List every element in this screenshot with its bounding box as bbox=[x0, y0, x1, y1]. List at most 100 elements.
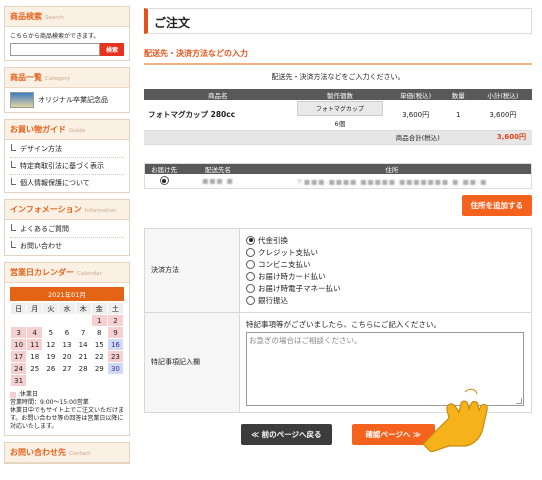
calendar-legend: :休業日 営業時間：9:00〜15:00営業 休業日中でもサイト上でご注文いただ… bbox=[10, 391, 124, 431]
search-box-title-en: Search bbox=[45, 15, 64, 21]
guide-box: お買い物ガイド Guide デザイン方法 特定商取引法に基づく表示 個人情報保護… bbox=[4, 119, 130, 193]
calendar-day bbox=[74, 314, 92, 327]
payment-radio[interactable] bbox=[246, 271, 255, 281]
col-delivery: お届け先 bbox=[144, 163, 184, 174]
info-link-contact[interactable]: お問い合わせ bbox=[10, 238, 124, 254]
calendar-day: 4 bbox=[26, 326, 44, 339]
delivery-table-header: お届け先 配送先名 住所 bbox=[144, 163, 532, 174]
total-row: 商品合計(税込) 3,600円 bbox=[144, 130, 532, 145]
product-name: フォトマグカップ 280cc bbox=[144, 100, 292, 131]
production-count-value: 6個 bbox=[334, 120, 346, 129]
payment-options: 代金引換 クレジット支払い コンビニ支払い お届け時カード払い お届け時電子マネ… bbox=[239, 227, 532, 313]
calendar-day: 2 bbox=[106, 314, 125, 327]
delivery-radio-cell bbox=[144, 174, 184, 189]
calendar-day: 1 bbox=[90, 314, 108, 327]
calendar-day: 11 bbox=[26, 338, 44, 351]
calendar-box: 営業日カレンダー Calendar 2021年01月 日 月 火 水 木 金 土 bbox=[4, 262, 130, 437]
col-product-name: 商品名 bbox=[144, 89, 292, 100]
calendar-day: 17 bbox=[9, 350, 28, 363]
page-title: ご注文 bbox=[144, 8, 532, 34]
payment-radio[interactable] bbox=[246, 283, 255, 293]
category-thumbnail-icon bbox=[10, 92, 34, 108]
payment-row: 決済方法 代金引換 クレジット支払い コンビニ支払い お届け時カード払い お届け… bbox=[144, 227, 532, 313]
add-address-button[interactable]: 住所を追加する bbox=[461, 194, 532, 216]
calendar-day: 10 bbox=[9, 338, 28, 351]
back-button[interactable]: ≪ 前のページへ戻る bbox=[241, 423, 332, 445]
calendar-day bbox=[42, 314, 60, 327]
col-subtotal: 小計(税込) bbox=[473, 89, 532, 100]
contact-box-title-en: Contact bbox=[69, 451, 91, 458]
col-address: 住所 bbox=[252, 163, 532, 174]
delivery-name-cell: ■■■ ■ bbox=[183, 174, 253, 189]
delivery-address: 〒■■■-■■■■ ■■■■■ ■■■■■■■ ■-■■-■ bbox=[296, 177, 488, 186]
calendar-dow: 金 bbox=[90, 302, 108, 315]
category-item-label: オリジナル卒業記念品 bbox=[38, 96, 108, 104]
category-item[interactable]: オリジナル卒業記念品 bbox=[10, 92, 124, 108]
payment-radio[interactable] bbox=[246, 295, 255, 305]
calendar-day: 20 bbox=[58, 350, 76, 363]
payment-radio[interactable] bbox=[246, 259, 255, 269]
calendar-dow: 土 bbox=[106, 302, 125, 315]
col-unit-price: 単価(税込) bbox=[388, 89, 443, 100]
guide-link-legal[interactable]: 特定商取引法に基づく表示 bbox=[10, 158, 124, 175]
payment-option[interactable]: 代金引換 bbox=[246, 234, 525, 246]
payment-option-label: 代金引換 bbox=[258, 235, 288, 245]
total-amount: 3,600円 bbox=[473, 130, 532, 145]
payment-radio[interactable] bbox=[246, 247, 255, 257]
calendar-day: 25 bbox=[26, 362, 44, 375]
quantity: 1 bbox=[442, 100, 474, 131]
calendar-day bbox=[90, 374, 108, 387]
search-description: こちらから商品検索ができます。 bbox=[10, 33, 100, 40]
calendar-week: 24 25 26 27 28 29 30 bbox=[9, 362, 125, 375]
calendar-day: 9 bbox=[106, 326, 125, 339]
calendar-day: 27 bbox=[58, 362, 76, 375]
calendar-week: 10 11 12 13 14 15 16 bbox=[9, 338, 125, 351]
subtotal: 3,600円 bbox=[473, 100, 532, 131]
info-box-title: インフォメーション bbox=[10, 205, 82, 214]
remarks-note: 特記事項等がございましたら、こちらにご記入ください。 bbox=[246, 319, 441, 329]
contact-box: お問い合わせ先 Contact bbox=[4, 442, 130, 465]
calendar-dow: 木 bbox=[74, 302, 92, 315]
calendar-dow-row: 日 月 火 水 木 金 土 bbox=[9, 302, 125, 315]
delivery-address-cell: 〒■■■-■■■■ ■■■■■ ■■■■■■■ ■-■■-■ bbox=[252, 174, 532, 189]
production-count-box: フォトマグカップ bbox=[296, 101, 383, 117]
guide-link-privacy[interactable]: 個人情報保護について bbox=[10, 175, 124, 191]
payment-option[interactable]: 銀行振込 bbox=[246, 294, 525, 306]
payment-radio[interactable] bbox=[246, 235, 255, 245]
table-row: ■■■ ■ 〒■■■-■■■■ ■■■■■ ■■■■■■■ ■-■■-■ bbox=[144, 174, 532, 189]
calendar-week: 3 4 5 6 7 8 9 bbox=[9, 326, 125, 339]
table-row: フォトマグカップ 280cc フォトマグカップ 6個 3,600円 1 3,60… bbox=[144, 100, 532, 131]
production-count-cell: フォトマグカップ 6個 bbox=[291, 100, 389, 131]
calendar-day: 22 bbox=[90, 350, 108, 363]
section-title: 配送先・決済方法などの入力 bbox=[144, 48, 532, 65]
category-box: 商品一覧 Category オリジナル卒業記念品 bbox=[4, 67, 130, 113]
calendar-box-title: 営業日カレンダー bbox=[10, 268, 74, 277]
calendar-day: 31 bbox=[9, 374, 28, 387]
pointing-hand-icon bbox=[422, 388, 488, 452]
unit-price: 3,600円 bbox=[388, 100, 443, 131]
delivery-radio[interactable] bbox=[159, 176, 169, 186]
product-table-header: 商品名 製作個数 単価(税込) 数量 小計(税込) bbox=[144, 89, 532, 100]
legend-hours: 営業時間：9:00〜15:00営業 bbox=[10, 399, 89, 407]
remarks-label: 特記事項記入欄 bbox=[144, 311, 240, 413]
calendar-day: 19 bbox=[42, 350, 60, 363]
calendar-day bbox=[42, 374, 60, 387]
calendar-day bbox=[9, 314, 28, 327]
guide-link-design[interactable]: デザイン方法 bbox=[10, 141, 124, 158]
calendar-day: 5 bbox=[42, 326, 60, 339]
info-box: インフォメーション Information よくあるご質問 お問い合わせ bbox=[4, 199, 130, 256]
order-page: 商品検索 Search こちらから商品検索ができます。 検索 商品一覧 Cate… bbox=[0, 0, 542, 480]
search-input[interactable] bbox=[10, 43, 100, 56]
payment-option[interactable]: コンビニ支払い bbox=[246, 258, 525, 270]
payment-option[interactable]: お届け時カード払い bbox=[246, 270, 525, 282]
payment-label: 決済方法 bbox=[144, 227, 240, 313]
search-button[interactable]: 検索 bbox=[100, 43, 124, 56]
calendar-day: 8 bbox=[90, 326, 108, 339]
calendar-dow: 水 bbox=[58, 302, 76, 315]
info-link-faq[interactable]: よくあるご質問 bbox=[10, 221, 124, 238]
calendar-week: 31 bbox=[9, 374, 125, 387]
production-count-label: フォトマグカップ bbox=[315, 106, 364, 114]
payment-option[interactable]: お届け時電子マネー払い bbox=[246, 282, 525, 294]
main-content: ご注文 配送先・決済方法などの入力 配送先・決済方法などをご入力ください。 商品… bbox=[144, 8, 532, 445]
payment-option[interactable]: クレジット支払い bbox=[246, 246, 525, 258]
